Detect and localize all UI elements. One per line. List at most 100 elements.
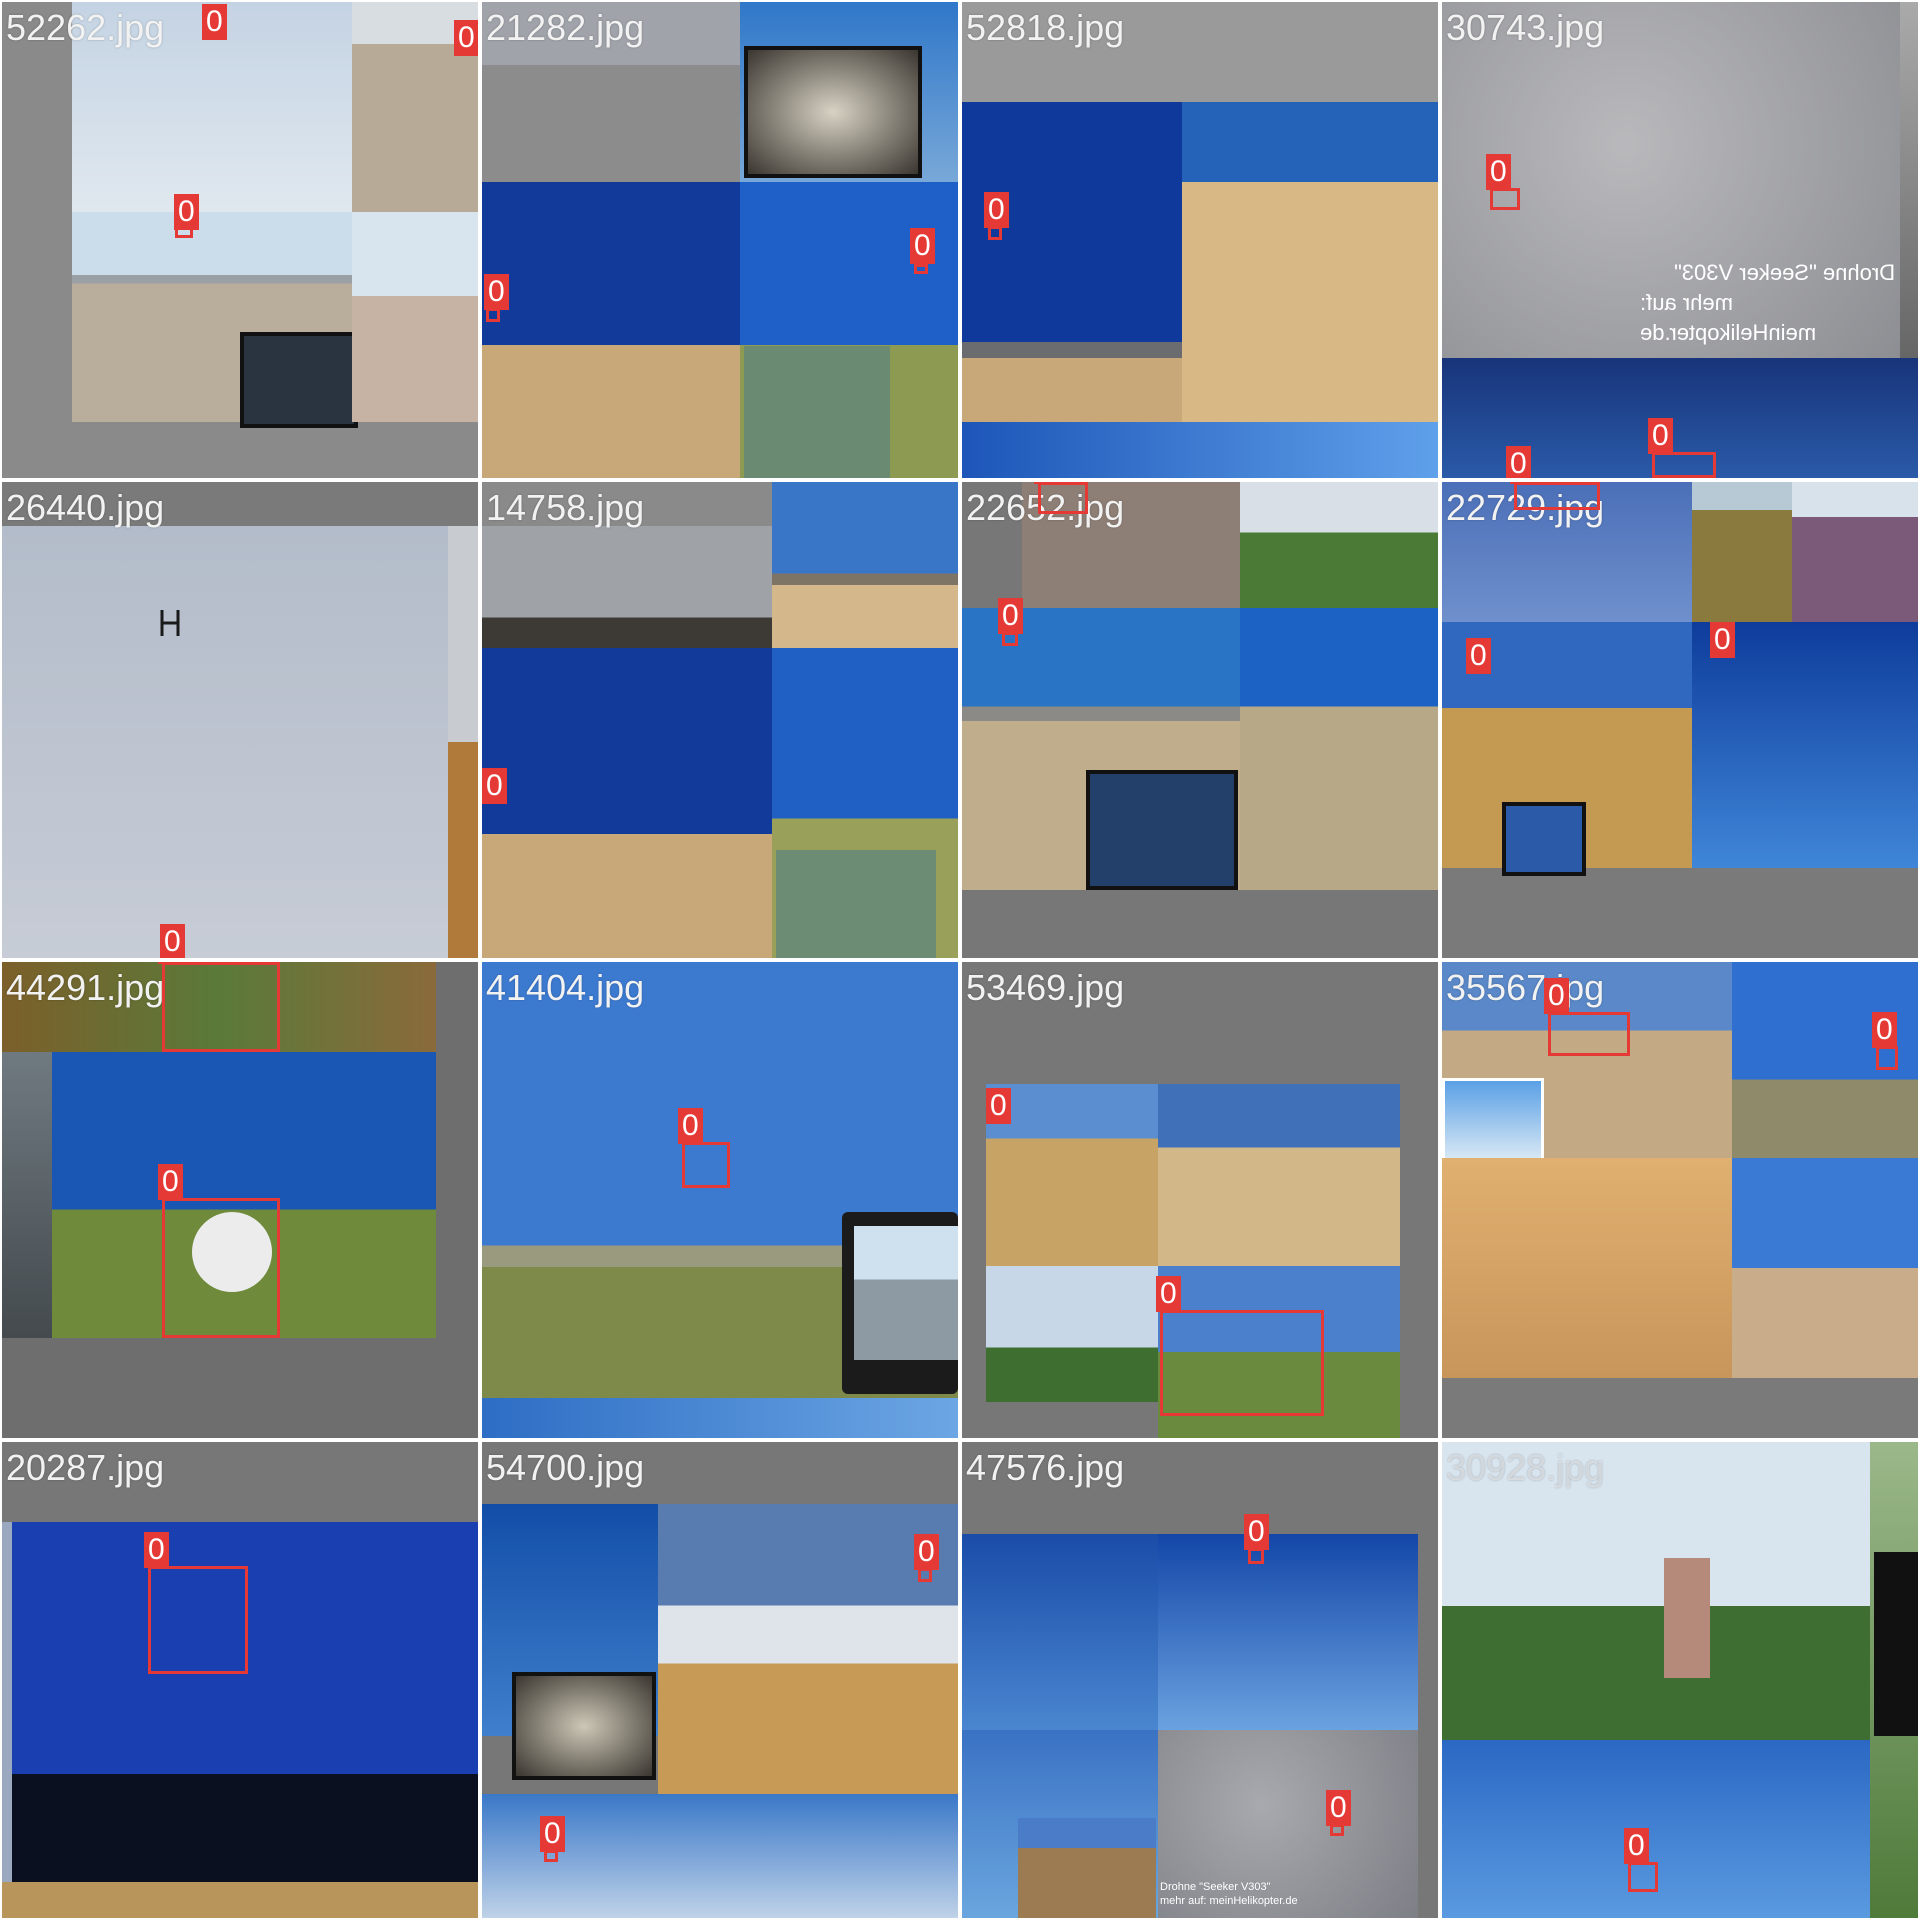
detection-box bbox=[918, 1568, 932, 1582]
mosaic-tile: 22729.jpg 0 0 0 bbox=[1442, 482, 1918, 958]
photo-blue-strip bbox=[482, 1398, 958, 1438]
tile-filename: 21282.jpg bbox=[486, 7, 645, 48]
photo-dry-field-controller bbox=[986, 1084, 1158, 1266]
class-label: 0 bbox=[998, 598, 1023, 634]
mosaic-tile: 20287.jpg 0 bbox=[2, 1442, 478, 1918]
class-label: 0 bbox=[910, 228, 935, 264]
mosaic-tile: 44291.jpg 0 0 bbox=[2, 962, 478, 1438]
detection-box bbox=[1548, 1012, 1630, 1056]
class-label: 0 bbox=[1648, 418, 1673, 454]
mosaic-tile: Drohne "Seeker V303" mehr auf: meinHelik… bbox=[1442, 2, 1918, 478]
photo-fpv-screen bbox=[512, 1672, 656, 1780]
detection-box bbox=[1628, 1862, 1658, 1892]
tile-filename: 30928.jpg bbox=[1446, 1447, 1605, 1488]
class-label: 0 bbox=[1872, 1012, 1897, 1048]
caption-overlay: Drohne "Seeker V303" mehr auf: meinHelik… bbox=[1640, 258, 1895, 348]
tile-filename: 44291.jpg bbox=[6, 967, 165, 1008]
class-label: 0 bbox=[914, 1534, 939, 1570]
class-label: 0 bbox=[1326, 1790, 1351, 1826]
photo-ground bbox=[2, 1882, 478, 1918]
detection-box bbox=[1160, 1310, 1324, 1416]
photo-blue-sky-mountains bbox=[962, 102, 1182, 422]
photo-blue-sky-field bbox=[482, 648, 772, 958]
mosaic-tile: 52262.jpg 0 0 0 bbox=[2, 2, 478, 478]
photo-green-drone-desert bbox=[1240, 608, 1438, 890]
photo-clouds-sand bbox=[658, 1504, 958, 1794]
class-label: 0 bbox=[1034, 482, 1059, 484]
tile-filename: 54700.jpg bbox=[486, 1447, 645, 1488]
class-label: 0 bbox=[482, 768, 507, 804]
detection-box bbox=[148, 1566, 248, 1674]
photo-blue-sky-left bbox=[962, 1534, 1158, 1730]
detection-box bbox=[682, 1142, 730, 1188]
detection-box bbox=[1514, 482, 1600, 510]
tile-filename: 47576.jpg bbox=[966, 1447, 1125, 1488]
photo-controller bbox=[1502, 802, 1586, 876]
mosaic-tile: 21282.jpg 0 0 bbox=[482, 2, 958, 478]
photo-fpv-grass bbox=[776, 850, 936, 958]
class-label: 0 bbox=[1156, 1276, 1181, 1312]
photo-phone-screen bbox=[1874, 1552, 1918, 1736]
tile-filename: 41404.jpg bbox=[486, 967, 645, 1008]
photo-mountain-inset bbox=[1018, 1818, 1156, 1918]
detection-box bbox=[1876, 1046, 1898, 1070]
detection-box bbox=[1248, 1548, 1264, 1564]
class-label: 0 bbox=[144, 1532, 169, 1568]
detection-box bbox=[1652, 452, 1716, 478]
photo-deck-controller bbox=[1442, 1158, 1732, 1378]
detection-box bbox=[988, 226, 1002, 240]
mosaic-tile: 30928.jpg 0 bbox=[1442, 1442, 1918, 1918]
detection-box bbox=[1490, 188, 1520, 210]
mosaic-tile: Drohne "Seeker V303" mehr auf: meinHelik… bbox=[962, 1442, 1438, 1918]
photo-trees bbox=[1240, 482, 1438, 608]
detection-mosaic-grid: 52262.jpg 0 0 0 21282.jpg 0 0 52818.jpg … bbox=[0, 0, 1920, 1920]
mosaic-tile: 26440.jpg 0 bbox=[2, 482, 478, 958]
class-label: 0 bbox=[540, 1816, 565, 1852]
caption-line: Drohne "Seeker V303" bbox=[1160, 1881, 1271, 1893]
photo-hand bbox=[352, 212, 478, 422]
class-label: 0 bbox=[986, 1088, 1011, 1124]
caption-line: mehr auf: meinHelikopter.de bbox=[1640, 290, 1817, 345]
photo-blue-sky-field bbox=[482, 182, 740, 478]
mosaic-tile: 35567.jpg 0 0 bbox=[1442, 962, 1918, 1438]
photo-desert-mountains bbox=[772, 482, 958, 648]
class-label: 0 bbox=[678, 1108, 703, 1144]
caption-line: mehr auf: meinHelikopter.de bbox=[1160, 1895, 1298, 1907]
mosaic-tile: 53469.jpg 0 0 bbox=[962, 962, 1438, 1438]
tile-filename: 52818.jpg bbox=[966, 7, 1125, 48]
photo-tall-grass bbox=[1692, 482, 1792, 622]
mosaic-tile: 54700.jpg 0 0 bbox=[482, 1442, 958, 1918]
drone-silhouette-icon bbox=[156, 608, 184, 638]
class-label: 0 bbox=[454, 20, 478, 56]
class-label: 0 bbox=[160, 924, 185, 958]
class-label: 0 bbox=[1710, 622, 1735, 658]
tile-filename: 26440.jpg bbox=[6, 487, 165, 528]
class-label: 0 bbox=[1624, 1828, 1649, 1864]
mosaic-tile: 22652.jpg 0 0 bbox=[962, 482, 1438, 958]
detection-box bbox=[486, 308, 500, 322]
photo-stormy-sky bbox=[2, 1052, 52, 1338]
photo-sandy-field bbox=[1158, 1084, 1400, 1266]
class-label: 0 bbox=[484, 274, 509, 310]
photo-edge-strip bbox=[448, 526, 478, 958]
photo-monitor-screen bbox=[854, 1226, 958, 1360]
photo-trees-building bbox=[986, 1266, 1158, 1402]
detection-box bbox=[914, 264, 928, 274]
class-label: 0 bbox=[1544, 978, 1569, 1014]
photo-fpv-grass bbox=[744, 346, 890, 478]
photo-purple-field bbox=[1792, 482, 1918, 622]
photo-blue-strip bbox=[962, 422, 1438, 478]
photo-hand-phone bbox=[1732, 1158, 1918, 1378]
class-label: 0 bbox=[202, 4, 227, 40]
photo-blue-sky-right bbox=[1158, 1534, 1418, 1730]
class-label: 0 bbox=[1466, 638, 1491, 674]
photo-side-strip bbox=[1900, 2, 1918, 358]
class-label: 0 bbox=[1506, 446, 1531, 478]
mosaic-tile: 14758.jpg 0 bbox=[482, 482, 958, 958]
photo-left-strip bbox=[2, 1522, 12, 1882]
tile-filename: 30743.jpg bbox=[1446, 7, 1605, 48]
tile-filename: 52262.jpg bbox=[6, 7, 165, 48]
caption-line: Drohne "Seeker V303" bbox=[1673, 260, 1895, 285]
class-label: 0 bbox=[158, 1164, 183, 1200]
class-label: 0 bbox=[1486, 154, 1511, 190]
